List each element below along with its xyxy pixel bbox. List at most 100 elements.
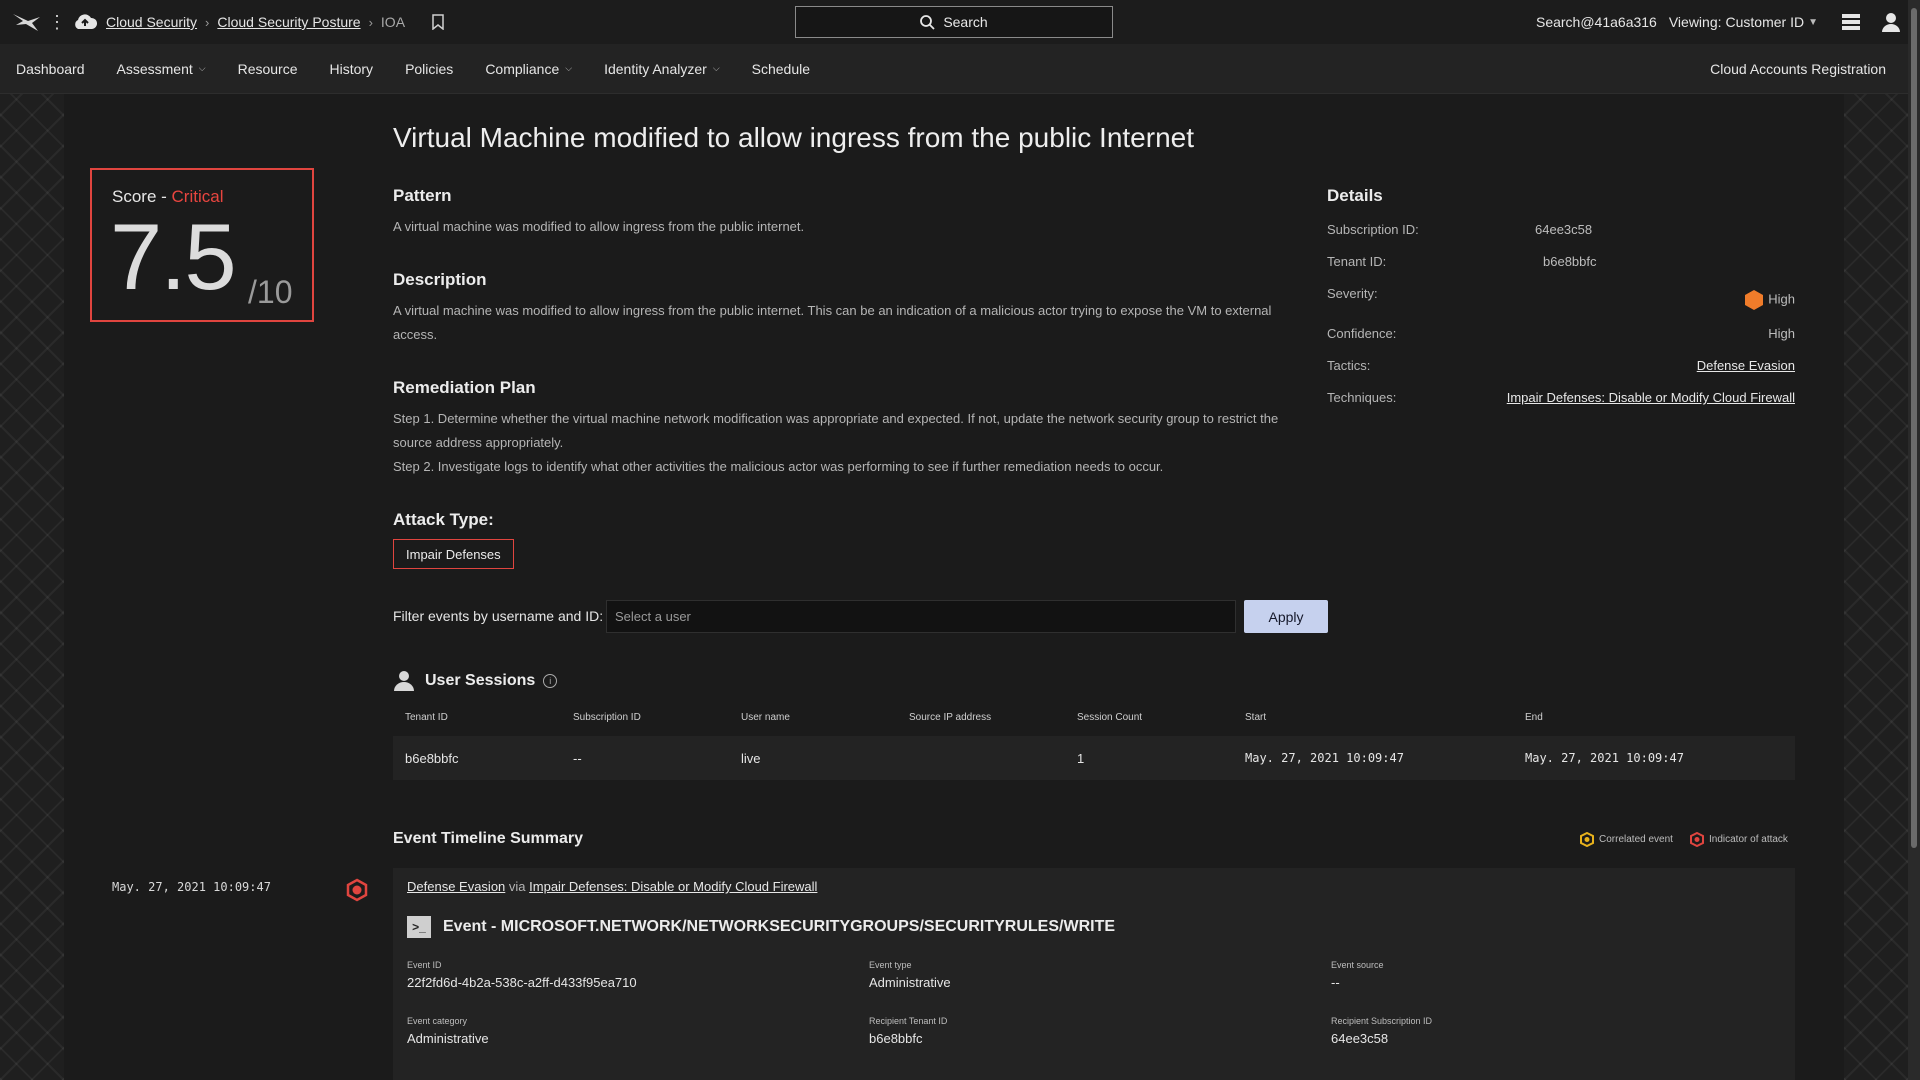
terminal-icon: >_: [407, 916, 431, 938]
detail-label: Tactics:: [1327, 358, 1371, 373]
score-value: 7.5: [110, 204, 237, 309]
event-field-id: Event ID 22f2fd6d-4b2a-538c-a2ff-d433f95…: [407, 960, 637, 990]
nav-label: Schedule: [751, 60, 811, 77]
nav-policies[interactable]: Policies: [405, 61, 453, 77]
event-title: Event - MICROSOFT.NETWORK/NETWORKSECURIT…: [443, 918, 1116, 935]
nav-compliance[interactable]: Compliance ⌵: [485, 61, 572, 77]
nav-label: History: [329, 60, 374, 77]
decorative-pattern-right: [1844, 94, 1908, 1080]
cloud-accounts-registration-link[interactable]: Cloud Accounts Registration: [1710, 44, 1886, 94]
detail-label: Confidence:: [1327, 326, 1397, 341]
event-field-category: Event category Administrative: [407, 1016, 489, 1046]
nav-assessment[interactable]: Assessment ⌵: [117, 61, 206, 77]
info-icon[interactable]: i: [543, 674, 558, 688]
notifications-stack-icon[interactable]: [1840, 11, 1862, 33]
legend-correlated: Correlated event: [1580, 832, 1673, 847]
top-right-area: Search@41a6a316 Viewing: Customer ID ▼: [1536, 0, 1920, 44]
description-text: A virtual machine was modified to allow …: [393, 303, 1272, 342]
breadcrumb-cloud-security[interactable]: Cloud Security: [106, 14, 197, 30]
severity-value: High: [1768, 291, 1795, 307]
event-tactic-link[interactable]: Defense Evasion: [407, 879, 505, 894]
event-field-recipient-subscription: Recipient Subscription ID 64ee3c58: [1331, 1016, 1432, 1046]
pattern-heading: Pattern: [393, 186, 452, 205]
column-header-end[interactable]: End: [1525, 712, 1543, 723]
breadcrumb-cloud-security-posture[interactable]: Cloud Security Posture: [217, 14, 360, 30]
detail-value: Impair Defenses: Disable or Modify Cloud…: [1507, 390, 1795, 405]
legend-label: Correlated event: [1599, 834, 1673, 845]
tactics-link[interactable]: Defense Evasion: [1697, 358, 1795, 373]
nav-label: Assessment: [116, 60, 193, 77]
detail-label: Severity:: [1327, 286, 1378, 301]
detail-subscription: Subscription ID: 64ee3c58: [1327, 222, 1795, 242]
attack-type-heading: Attack Type:: [393, 510, 494, 529]
user-profile-icon[interactable]: [1880, 11, 1902, 33]
field-value: Administrative: [869, 975, 951, 990]
chevron-down-icon: ⌵: [712, 63, 720, 73]
detail-tactics: Tactics: Defense Evasion: [1327, 358, 1795, 378]
cell-user-name: live: [741, 751, 761, 766]
nav-identity-analyzer[interactable]: Identity Analyzer ⌵: [604, 61, 720, 77]
filter-label: Filter events by username and ID:: [393, 608, 604, 624]
detail-value: High: [1744, 289, 1795, 311]
nav-schedule[interactable]: Schedule: [752, 61, 810, 77]
cell-session-count: 1: [1077, 751, 1085, 766]
scrollbar-thumb[interactable]: [1911, 8, 1917, 848]
field-value: --: [1331, 975, 1340, 990]
user-sessions-heading: User Sessions: [425, 672, 536, 689]
nav-history[interactable]: History: [330, 61, 374, 77]
falcon-logo-icon[interactable]: [10, 7, 44, 37]
user-icon: [394, 671, 414, 691]
event-technique-link[interactable]: Impair Defenses: Disable or Modify Cloud…: [529, 879, 817, 894]
table-row[interactable]: b6e8bbfc -- live 1 May. 27, 2021 10:09:4…: [393, 736, 1795, 780]
bookmark-icon[interactable]: [431, 14, 445, 30]
indicator-of-attack-marker-icon[interactable]: [346, 878, 368, 902]
field-label: Recipient Tenant ID: [869, 1016, 948, 1026]
detail-value: High: [1768, 326, 1795, 341]
field-value: 22f2fd6d-4b2a-538c-a2ff-d433f95ea710: [407, 975, 637, 990]
decorative-pattern-left: [0, 94, 64, 1080]
detail-severity: Severity: High: [1327, 286, 1795, 310]
column-header-source-ip[interactable]: Source IP address: [909, 712, 991, 723]
field-label: Event ID: [407, 960, 442, 970]
menu-dots-icon[interactable]: ⋮: [48, 13, 66, 31]
column-header-user-name[interactable]: User name: [741, 712, 790, 723]
column-header-session-count[interactable]: Session Count: [1077, 712, 1142, 723]
column-header-start[interactable]: Start: [1245, 712, 1266, 723]
column-header-tenant-id[interactable]: Tenant ID: [405, 712, 448, 723]
event-timeline-heading: Event Timeline Summary: [393, 830, 583, 847]
customer-selector[interactable]: Customer ID: [1726, 14, 1805, 30]
nav-dashboard[interactable]: Dashboard: [16, 61, 85, 77]
breadcrumb-separator-icon: ›: [205, 14, 210, 30]
chevron-down-icon[interactable]: ▼: [1808, 17, 1818, 28]
field-label: Recipient Subscription ID: [1331, 1016, 1433, 1026]
field-value: b6e8bbfc: [869, 1031, 923, 1046]
apply-button[interactable]: Apply: [1244, 600, 1328, 633]
column-header-subscription-id[interactable]: Subscription ID: [573, 712, 641, 723]
techniques-link[interactable]: Impair Defenses: Disable or Modify Cloud…: [1507, 390, 1795, 405]
global-search-button[interactable]: Search: [795, 6, 1113, 38]
field-value: 64ee3c58: [1331, 1031, 1389, 1046]
event-field-source: Event source --: [1331, 960, 1384, 990]
cell-subscription-id: --: [573, 751, 582, 766]
detail-label: Subscription ID:: [1327, 222, 1419, 237]
remediation-step-2: Step 2. Investigate logs to identify wha…: [393, 459, 1164, 474]
timeline-date: May. 27, 2021 10:09:47: [112, 880, 271, 894]
severity-hexagon-icon: [1745, 290, 1764, 310]
field-label: Event source: [1331, 960, 1384, 970]
page-scrollbar[interactable]: [1908, 0, 1920, 1080]
legend-ioa: Indicator of attack: [1690, 832, 1788, 847]
detail-value: Defense Evasion: [1697, 358, 1795, 373]
cell-end: May. 27, 2021 10:09:47: [1525, 751, 1684, 765]
description-heading: Description: [393, 270, 487, 289]
cloud-security-icon: [72, 9, 98, 35]
page-title: Virtual Machine modified to allow ingres…: [393, 122, 1194, 153]
search-label: Search: [943, 14, 988, 30]
indicator-of-attack-icon: [1690, 832, 1704, 847]
event-field-recipient-tenant: Recipient Tenant ID b6e8bbfc: [869, 1016, 947, 1046]
event-context: Defense Evasion via Impair Defenses: Dis…: [407, 879, 817, 894]
nav-resource[interactable]: Resource: [238, 61, 298, 77]
attack-type-tag[interactable]: Impair Defenses: [393, 539, 514, 569]
user-sessions-header: User Sessions i: [393, 670, 558, 692]
user-filter-select[interactable]: Select a user: [606, 600, 1236, 633]
field-label: Event category: [407, 1016, 468, 1026]
